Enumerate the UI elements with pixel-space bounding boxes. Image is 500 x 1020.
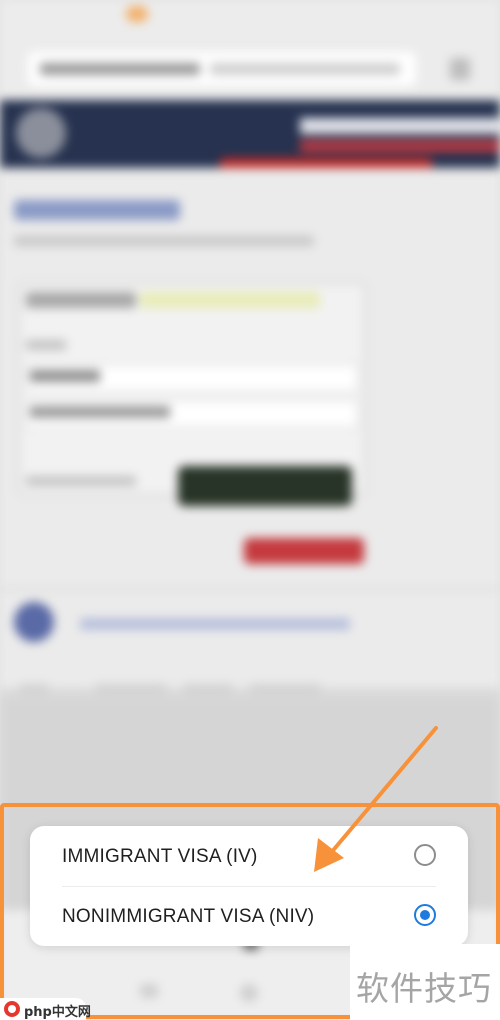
footer-link (250, 684, 320, 694)
watermark-logo-text: php中文网 (24, 1005, 91, 1020)
form-secondary-button (244, 538, 364, 564)
form-field-text (30, 406, 170, 418)
watermark-text: 软件技巧 (356, 969, 492, 1008)
option-label: IMMIGRANT VISA (IV) (62, 846, 258, 867)
form-box-highlight (140, 292, 320, 308)
php-logo-icon (4, 1001, 20, 1017)
page-divider (0, 588, 500, 590)
form-field-text (30, 370, 100, 382)
visa-type-dialog: IMMIGRANT VISA (IV) NONIMMIGRANT VISA (N… (30, 826, 468, 946)
option-immigrant-visa[interactable]: IMMIGRANT VISA (IV) (30, 826, 468, 886)
option-nonimmigrant-visa[interactable]: NONIMMIGRANT VISA (NIV) (30, 886, 468, 946)
browser-url-text (40, 63, 200, 75)
form-small-text (26, 476, 136, 486)
form-box-title (26, 292, 136, 308)
option-label: NONIMMIGRANT VISA (NIV) (62, 906, 315, 927)
nav-back-icon (140, 984, 158, 998)
browser-menu-icon (450, 58, 470, 80)
form-label (26, 340, 66, 350)
banner-flag-stripe (300, 118, 500, 134)
nav-home-icon (240, 984, 258, 1002)
footer-link (184, 684, 232, 694)
site-seal-icon (16, 108, 66, 158)
radio-checked-icon[interactable] (414, 904, 436, 926)
page-heading (14, 200, 180, 220)
browser-url-text-secondary (210, 63, 400, 75)
banner-flag-stripe (300, 140, 500, 152)
page-subheading (14, 236, 314, 246)
radio-unchecked-icon[interactable] (414, 844, 436, 866)
form-submit-button (178, 466, 352, 506)
footer-link (20, 684, 48, 694)
info-circle-icon (14, 602, 54, 642)
footer-link (96, 684, 166, 694)
info-link (80, 618, 350, 630)
browser-tab-indicator (126, 6, 148, 22)
